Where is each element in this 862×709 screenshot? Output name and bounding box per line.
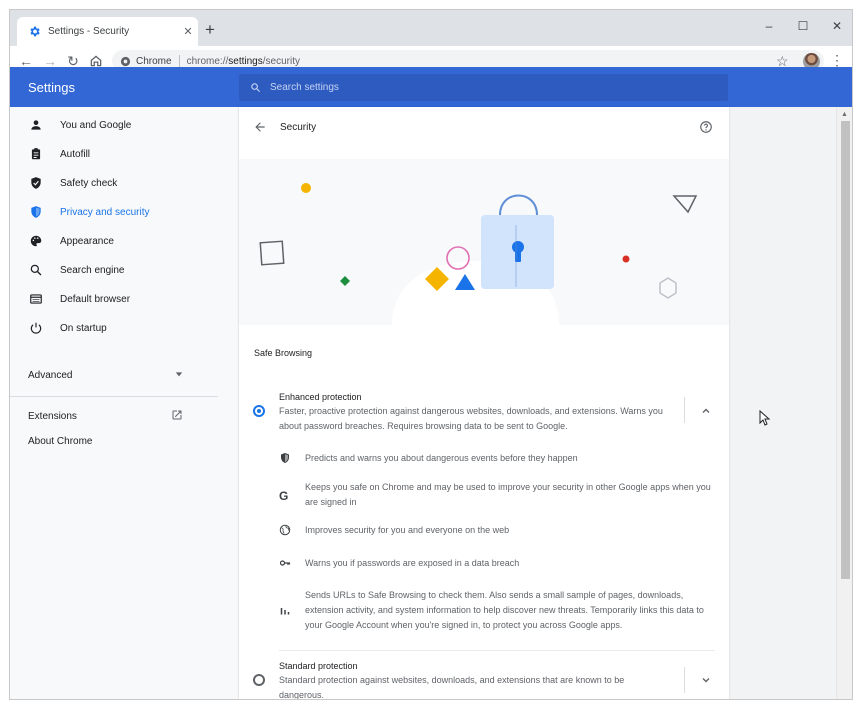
- enhanced-protection-title: Enhanced protection: [279, 392, 362, 402]
- sidebar-item-label: You and Google: [60, 119, 132, 131]
- close-window-icon[interactable]: ✕: [820, 16, 852, 36]
- tab-strip: Settings - Security ✕ + – ☐ ✕: [10, 10, 852, 46]
- scroll-thumb[interactable]: [841, 121, 850, 579]
- sidebar-item-label: Privacy and security: [60, 206, 150, 218]
- settings-title: Settings: [28, 80, 75, 95]
- globe-icon: [279, 524, 291, 536]
- feature-text: Improves security for you and everyone o…: [305, 525, 510, 535]
- sidebar-item-you-and-google[interactable]: You and Google: [10, 113, 238, 137]
- feature-row: Predicts and warns you about dangerous e…: [279, 451, 719, 471]
- sidebar-item-label: Default browser: [60, 293, 131, 305]
- settings-search[interactable]: [239, 74, 728, 101]
- palette-icon: [29, 234, 43, 248]
- sidebar-about-chrome[interactable]: About Chrome: [28, 436, 92, 454]
- clipboard-icon: [29, 147, 43, 161]
- feature-row: Warns you if passwords are exposed in a …: [279, 556, 719, 574]
- sidebar-divider: [10, 396, 218, 397]
- caret-down-icon: [175, 370, 183, 381]
- sidebar-item-label: Autofill: [60, 148, 91, 160]
- chevron-up-icon[interactable]: [701, 406, 711, 416]
- feature-text: Predicts and warns you about dangerous e…: [305, 453, 578, 463]
- omnibox-divider: [178, 54, 180, 68]
- standard-protection-radio[interactable]: [253, 674, 265, 686]
- sidebar-item-safety-check[interactable]: Safety check: [10, 171, 238, 195]
- shield-icon: [29, 205, 43, 219]
- sidebar-item-label: Search engine: [60, 264, 125, 276]
- feature-row: Improves security for you and everyone o…: [279, 523, 719, 541]
- url-host: settings: [228, 55, 263, 67]
- help-icon[interactable]: [699, 120, 713, 134]
- shield-check-icon: [29, 176, 43, 190]
- close-tab-icon[interactable]: ✕: [178, 25, 198, 38]
- shield-icon: [279, 452, 291, 464]
- person-icon: [29, 118, 43, 132]
- chrome-icon: [120, 56, 131, 67]
- advanced-label: Advanced: [28, 369, 73, 381]
- enhanced-protection-radio[interactable]: [253, 405, 265, 417]
- option-divider: [684, 667, 685, 693]
- standard-protection-description: Standard protection against websites, do…: [279, 675, 625, 700]
- chevron-down-icon[interactable]: [701, 675, 711, 685]
- settings-sidebar: You and Google Autofill Safety check Pri…: [10, 107, 238, 699]
- safe-browsing-heading: Safe Browsing: [254, 348, 313, 358]
- back-arrow-icon[interactable]: [253, 120, 269, 136]
- about-chrome-label: About Chrome: [28, 436, 93, 447]
- plus-icon[interactable]: +: [202, 21, 218, 38]
- browser-window: Settings - Security ✕ + – ☐ ✕ ← → ↻ Chro…: [9, 9, 853, 700]
- feature-text: Keeps you safe on Chrome and may be used…: [305, 482, 711, 507]
- bar-chart-icon: [279, 604, 291, 616]
- sidebar-item-appearance[interactable]: Appearance: [10, 229, 238, 253]
- page-title: Security: [280, 122, 317, 133]
- tab-settings-security[interactable]: Settings - Security ✕: [17, 17, 198, 46]
- search-icon: [250, 82, 261, 93]
- settings-header: Settings: [10, 67, 852, 107]
- page-scrollbar[interactable]: ▲: [836, 107, 852, 699]
- sidebar-advanced[interactable]: Advanced: [28, 365, 183, 385]
- gear-icon: [28, 25, 41, 38]
- feature-text: Sends URLs to Safe Browsing to check the…: [305, 590, 704, 630]
- feature-text: Warns you if passwords are exposed in a …: [305, 558, 520, 568]
- extensions-label: Extensions: [28, 410, 77, 422]
- security-page-card: Security Safe Browsing Enhanced protecti…: [239, 107, 729, 700]
- standard-protection-title: Standard protection: [279, 661, 358, 671]
- key-icon: [279, 557, 291, 569]
- power-icon: [29, 321, 43, 335]
- search-input[interactable]: [270, 82, 690, 93]
- feature-row: G Keeps you safe on Chrome and may be us…: [279, 480, 719, 512]
- sidebar-item-autofill[interactable]: Autofill: [10, 142, 238, 166]
- scroll-up-icon[interactable]: ▲: [841, 111, 848, 118]
- sidebar-extensions[interactable]: Extensions: [28, 407, 183, 425]
- standard-protection-option[interactable]: Standard protection Standard protection …: [239, 651, 729, 700]
- google-g-icon: G: [279, 489, 289, 503]
- sidebar-item-on-startup[interactable]: On startup: [10, 316, 238, 340]
- sidebar-item-label: On startup: [60, 322, 107, 334]
- feature-row: Sends URLs to Safe Browsing to check the…: [279, 588, 719, 636]
- sidebar-item-label: Appearance: [60, 235, 114, 247]
- sidebar-item-label: Safety check: [60, 177, 118, 189]
- url-scheme: chrome://: [186, 55, 229, 67]
- sidebar-item-privacy-and-security[interactable]: Privacy and security: [10, 200, 238, 224]
- sidebar-item-default-browser[interactable]: Default browser: [10, 287, 238, 311]
- omnibox-chip-label: Chrome: [136, 55, 172, 67]
- enhanced-protection-option[interactable]: Enhanced protection Faster, proactive pr…: [239, 375, 729, 431]
- sidebar-item-search-engine[interactable]: Search engine: [10, 258, 238, 282]
- option-divider: [684, 397, 685, 423]
- tab-title: Settings - Security: [48, 26, 130, 37]
- search-icon: [29, 263, 43, 277]
- minimize-icon[interactable]: –: [752, 16, 786, 36]
- enhanced-protection-description: Faster, proactive protection against dan…: [279, 406, 663, 431]
- url-path: /security: [262, 55, 300, 67]
- maximize-icon[interactable]: ☐: [786, 16, 820, 36]
- browser-icon: [29, 292, 43, 306]
- open-in-new-icon: [171, 409, 183, 424]
- mouse-cursor-icon: [759, 409, 771, 426]
- security-illustration: [239, 159, 729, 325]
